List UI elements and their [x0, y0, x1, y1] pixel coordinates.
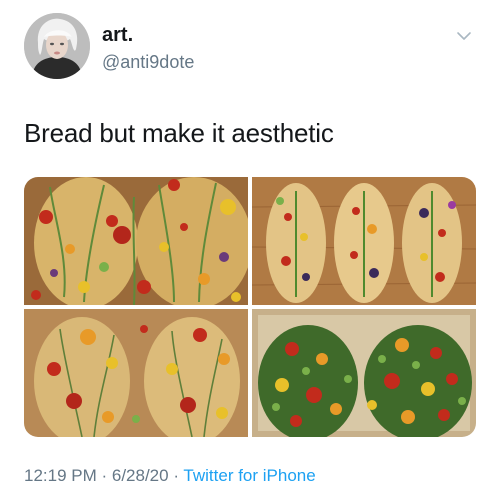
profile-avatar-icon [24, 13, 90, 79]
meta-separator: · [96, 466, 112, 485]
media-photo-1[interactable] [24, 177, 248, 305]
media-photo-3[interactable] [24, 309, 248, 437]
tweet-card: art. @anti9dote Bread but make it aesthe… [0, 0, 500, 500]
chevron-down-icon[interactable] [456, 30, 472, 42]
media-grid [24, 177, 476, 437]
three-focaccia-loaves-photo-icon [252, 177, 476, 305]
media-photo-2[interactable] [252, 177, 476, 305]
tweet-source-link[interactable]: Twitter for iPhone [183, 466, 315, 485]
user-handle[interactable]: @anti9dote [102, 52, 194, 73]
meta-separator: · [168, 466, 184, 485]
tweet-text: Bread but make it aesthetic [24, 118, 334, 148]
focaccia-flower-art-photo-icon [24, 177, 248, 305]
tweet-date[interactable]: 6/28/20 [112, 466, 169, 485]
tweet-time[interactable]: 12:19 PM [24, 466, 97, 485]
avatar[interactable] [24, 13, 90, 79]
media-photo-4[interactable] [252, 309, 476, 437]
display-name[interactable]: art. [102, 24, 133, 47]
tweet-meta: 12:19 PM · 6/28/20 · Twitter for iPhone [24, 466, 316, 486]
vegetable-garden-focaccia-photo-icon [252, 309, 476, 437]
two-focaccia-loaves-photo-icon [24, 309, 248, 437]
